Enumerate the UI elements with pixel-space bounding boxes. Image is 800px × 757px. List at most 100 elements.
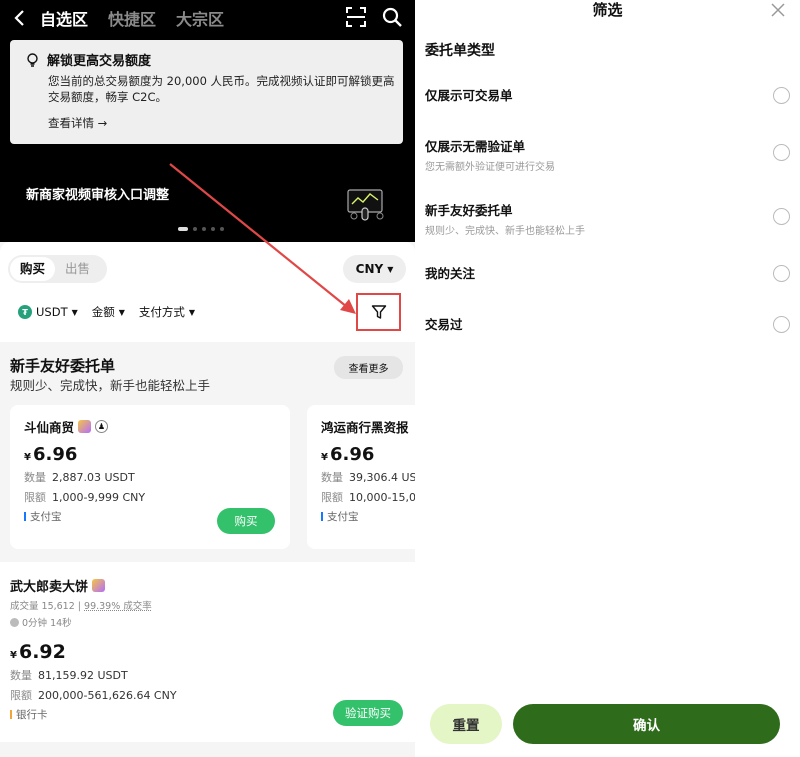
lightbulb-icon [27, 52, 38, 67]
option-following[interactable]: 我的关注 [425, 263, 790, 282]
back-button[interactable] [0, 0, 40, 36]
filter-panel: 筛选 委托单类型 仅展示可交易单 仅展示无需验证单 您无需额外验证便可进行交易 … [415, 0, 800, 757]
view-details-link[interactable]: 查看详情 → [48, 115, 107, 131]
option-label: 仅展示无需验证单 [425, 139, 526, 154]
merchant-badge-icon [92, 579, 106, 592]
payment-method: 支付宝 [327, 511, 359, 523]
option-label: 交易过 [425, 317, 463, 332]
funnel-icon [371, 305, 386, 319]
payment-marker [10, 710, 12, 719]
option-label: 我的关注 [425, 266, 476, 281]
option-label: 新手友好委托单 [425, 203, 513, 218]
option-no-verification[interactable]: 仅展示无需验证单 您无需额外验证便可进行交易 [425, 136, 790, 173]
tab-buy[interactable]: 购买 [10, 257, 56, 281]
tab-custom-zone[interactable]: 自选区 [40, 6, 88, 30]
section-subtitle: 规则少、完成快，新手也能轻松上手 [10, 378, 211, 393]
carousel-dots [178, 227, 224, 231]
verified-person-icon: ♟ [95, 420, 109, 433]
option-label: 仅展示可交易单 [425, 88, 513, 103]
limit-label: 限额 [10, 689, 32, 702]
currency-select[interactable]: CNY ▼ [343, 255, 406, 283]
view-more-button[interactable]: 查看更多 [334, 356, 403, 379]
caret-down-icon: ▼ [188, 307, 196, 317]
tab-bulk-zone[interactable]: 大宗区 [176, 6, 224, 30]
buy-sell-toggle: 购买 出售 [8, 255, 107, 283]
limit-label: 限额 [24, 491, 46, 504]
tab-sell[interactable]: 出售 [55, 257, 100, 281]
radio-button[interactable] [773, 87, 790, 104]
caret-down-icon: ▼ [387, 264, 394, 274]
currency-value: CNY [355, 262, 384, 276]
response-time-value: 0分钟 14秒 [22, 618, 72, 629]
top-nav-bar: 自选区 快捷区 大宗区 [0, 0, 415, 36]
offer-quantity: 81,159.92 USDT [38, 669, 128, 682]
payment-filter[interactable]: 支付方式 ▼ [139, 304, 195, 320]
merchant-name[interactable]: 鸿运商行黑资报 [321, 417, 409, 436]
offer-card[interactable]: 鸿运商行黑资报 ¥6.96 数量 39,306.4 USDT 限额 10,000-1… [307, 405, 415, 549]
chevron-left-icon [14, 10, 24, 26]
banner-text[interactable]: 新商家视频审核入口调整 [26, 184, 169, 203]
caret-down-icon: ▼ [71, 307, 78, 317]
banner-area: 解锁更高交易额度 您当前的总交易额度为 20,000 人民币。完成视频认证即可解… [0, 36, 415, 242]
qty-label: 数量 [24, 471, 46, 484]
order-type-heading: 委托单类型 [425, 43, 495, 59]
payment-marker [321, 512, 323, 521]
filter-row: ₮ USDT ▼ 金额 ▼ 支付方式 ▼ [18, 304, 195, 320]
option-description: 您无需额外验证便可进行交易 [425, 162, 555, 173]
completion-rate: 99.39% 成交率 [84, 601, 152, 612]
payment-method: 银行卡 [16, 709, 48, 721]
verify-buy-button[interactable]: 验证购买 [333, 700, 403, 726]
scan-icon [346, 7, 366, 27]
option-traded-before[interactable]: 交易过 [425, 314, 790, 333]
confirm-button[interactable]: 确认 [513, 704, 780, 744]
offer-listing[interactable]: 武大郎卖大饼 成交量 15,612 | 99.39% 成交率 0分钟 14秒 ¥… [0, 562, 415, 742]
amount-filter[interactable]: 金额 ▼ [92, 304, 125, 320]
payment-method: 支付宝 [30, 511, 62, 523]
scan-button[interactable] [345, 6, 367, 28]
qty-label: 数量 [10, 669, 32, 682]
merchant-stats: 成交量 15,612 | 99.39% 成交率 [10, 601, 152, 612]
radio-button[interactable] [773, 316, 790, 333]
offer-quantity: 39,306.4 USDT [349, 471, 415, 484]
market-controls: 购买 出售 CNY ▼ ₮ USDT ▼ 金额 ▼ 支付方式 ▼ [0, 242, 415, 342]
offer-price: 6.96 [329, 444, 375, 465]
tab-express-zone[interactable]: 快捷区 [108, 6, 156, 30]
section-title: 新手友好委托单 [10, 357, 116, 375]
buy-button[interactable]: 购买 [217, 508, 275, 534]
radio-button[interactable] [773, 144, 790, 161]
radio-button[interactable] [773, 265, 790, 282]
search-icon [382, 7, 402, 27]
trade-volume: 成交量 15,612 [10, 601, 75, 612]
offer-quantity: 2,887.03 USDT [52, 471, 135, 484]
close-icon [771, 3, 785, 17]
radio-button[interactable] [773, 208, 790, 225]
limit-label: 限额 [321, 491, 343, 504]
merchant-name[interactable]: 武大郎卖大饼 [10, 576, 88, 595]
filter-panel-title: 筛选 [592, 1, 623, 19]
offer-limit: 10,000-15,00 [349, 491, 415, 504]
amount-filter-label: 金额 [91, 305, 115, 319]
offer-price: 6.96 [32, 444, 78, 465]
reset-button[interactable]: 重置 [430, 704, 502, 744]
option-tradable-only[interactable]: 仅展示可交易单 [425, 85, 790, 104]
merchant-name[interactable]: 斗仙商贸 [24, 417, 74, 436]
payment-filter-label: 支付方式 [138, 305, 185, 319]
usdt-icon: ₮ [18, 305, 32, 319]
merchant-badge-icon [78, 420, 92, 433]
filter-button[interactable] [356, 293, 401, 331]
coin-filter[interactable]: ₮ USDT ▼ [18, 305, 78, 319]
clock-icon [10, 617, 19, 627]
currency-symbol: ¥ [321, 452, 328, 463]
currency-symbol: ¥ [24, 452, 31, 463]
option-beginner-friendly[interactable]: 新手友好委托单 规则少、完成快、新手也能轻松上手 [425, 200, 790, 237]
coin-filter-label: USDT [36, 305, 68, 319]
beginner-friendly-section: 新手友好委托单 规则少、完成快，新手也能轻松上手 查看更多 斗仙商贸 ♟ ¥6.… [0, 342, 415, 562]
offer-card[interactable]: 斗仙商贸 ♟ ¥6.96 数量 2,887.03 USDT 限额 1,000-9,9… [10, 405, 290, 549]
notice-body: 您当前的总交易额度为 20,000 人民币。完成视频认证即可解锁更高交易额度，畅… [48, 74, 395, 104]
video-review-illustration [347, 189, 384, 221]
notice-title: 解锁更高交易额度 [47, 54, 152, 69]
notice-card: 解锁更高交易额度 您当前的总交易额度为 20,000 人民币。完成视频认证即可解… [10, 40, 403, 144]
caret-down-icon: ▼ [118, 307, 125, 317]
close-button[interactable] [770, 2, 786, 18]
search-button[interactable] [381, 6, 403, 28]
